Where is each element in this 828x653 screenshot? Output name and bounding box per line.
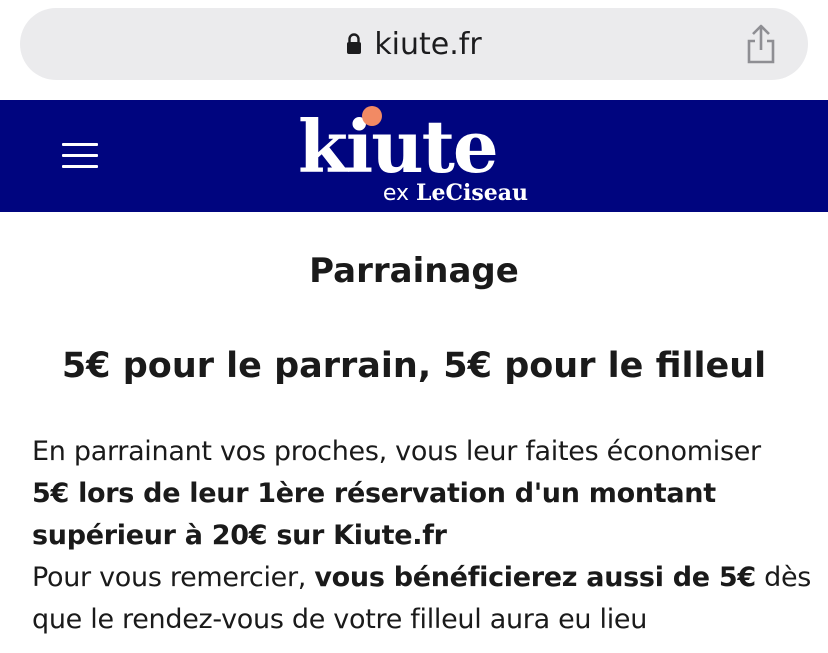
intro-text: En parrainant vos proches, vous leur fai… [32,436,761,467]
referral-subtitle: 5€ pour le parrain, 5€ pour le filleul [61,346,767,386]
reward-text: vous bénéficierez aussi de 5€ [314,562,756,593]
logo-wordmark: kiute [298,104,499,189]
page-title: Parrainage [309,251,519,291]
lock-icon [347,33,362,54]
site-logo[interactable]: kiute ex LeCiseau [298,104,530,210]
hamburger-menu-icon[interactable] [62,143,98,169]
referral-description: En parrainant vos proches, vous leur fai… [32,431,812,641]
offer-text: 5€ lors de leur 1ère réservation d'un mo… [32,478,716,551]
thanks-text: Pour vous remercier, [32,562,307,593]
browser-address-bar[interactable]: kiute.fr [20,8,808,80]
thanks-line: Pour vous remercier, vous bénéficierez a… [32,557,812,641]
url-text[interactable]: kiute.fr [374,27,481,62]
share-icon[interactable] [744,22,778,66]
logo-dot [362,106,382,126]
logo-subtitle: ex LeCiseau [382,180,528,206]
site-header: kiute ex LeCiseau [0,100,828,212]
